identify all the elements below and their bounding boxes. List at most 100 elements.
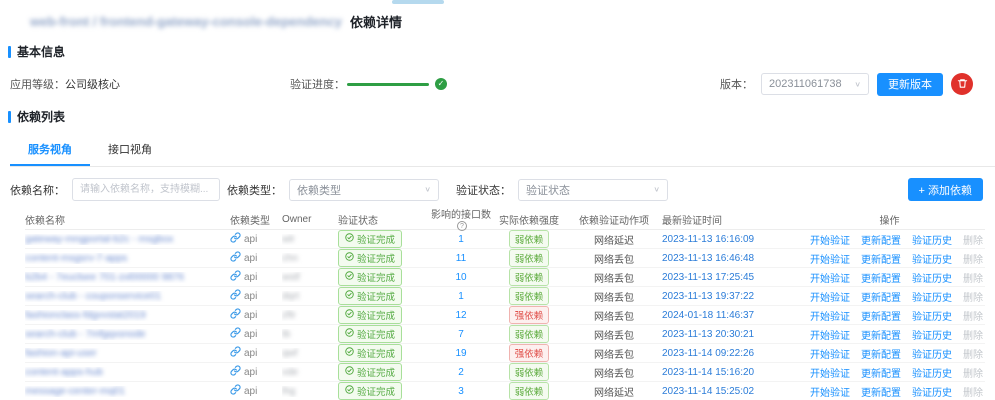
affected-interface-count[interactable]: 19 — [455, 348, 466, 359]
dep-type-filter-select[interactable]: 依赖类型 ∨ — [289, 178, 439, 201]
col-header-owner: Owner — [282, 213, 312, 225]
verify-history-link[interactable]: 验证历史 — [912, 289, 952, 304]
dependency-name-link[interactable]: fashionclass-fdgvvstat2019 — [25, 310, 146, 321]
verify-history-link[interactable]: 验证历史 — [912, 327, 952, 342]
tab-interface-view[interactable]: 接口视角 — [90, 135, 170, 166]
affected-interface-count[interactable]: 1 — [458, 234, 464, 245]
latest-verify-time: 2023-11-13 17:25:45 — [662, 271, 755, 283]
update-config-link[interactable]: 更新配置 — [861, 270, 901, 285]
update-config-link[interactable]: 更新配置 — [861, 365, 901, 380]
owner-name-redacted: dqrt — [282, 290, 300, 302]
strength-badge: 弱依赖 — [508, 325, 550, 343]
dependency-name-link[interactable]: search-club - couponservice01 — [25, 291, 161, 302]
update-config-link[interactable]: 更新配置 — [861, 232, 901, 247]
start-verify-link[interactable]: 开始验证 — [810, 308, 850, 323]
version-select[interactable]: 202311061738 ∨ — [761, 73, 869, 95]
top-tab-strip — [392, 0, 444, 4]
update-config-link[interactable]: 更新配置 — [861, 308, 901, 323]
version-group: 版本： 202311061738 ∨ 更新版本 — [720, 72, 973, 96]
verify-history-link[interactable]: 验证历史 — [912, 365, 952, 380]
check-circle-icon — [345, 290, 354, 302]
delete-link: 删除 — [963, 292, 983, 304]
update-config-link[interactable]: 更新配置 — [861, 346, 901, 361]
add-dependency-button[interactable]: + 添加依赖 — [907, 178, 983, 201]
verify-history-link[interactable]: 验证历史 — [912, 384, 952, 399]
verify-status-text: 验证完成 — [357, 292, 396, 303]
update-version-button[interactable]: 更新版本 — [877, 72, 943, 96]
verify-history-link[interactable]: 验证历史 — [912, 308, 952, 323]
dep-name-filter-input[interactable] — [72, 178, 220, 201]
delete-version-button[interactable] — [951, 73, 973, 95]
start-verify-link[interactable]: 开始验证 — [810, 327, 850, 342]
dependency-name-link[interactable]: content-apps-hub — [25, 367, 103, 378]
verify-history-link[interactable]: 验证历史 — [912, 270, 952, 285]
dependency-type: api — [244, 290, 258, 302]
dependency-name-link[interactable]: search-club - 7mfgqxsnode — [25, 329, 146, 340]
update-config-link[interactable]: 更新配置 — [861, 327, 901, 342]
verify-action-item: 网络丢包 — [594, 292, 634, 304]
dependency-type: api — [244, 233, 258, 245]
affected-interface-count[interactable]: 12 — [455, 310, 466, 321]
start-verify-link[interactable]: 开始验证 — [810, 289, 850, 304]
update-config-link[interactable]: 更新配置 — [861, 251, 901, 266]
verify-history-link[interactable]: 验证历史 — [912, 251, 952, 266]
basic-info-section-title: 基本信息 — [8, 43, 995, 60]
check-circle-icon — [345, 328, 354, 340]
affected-interface-count[interactable]: 7 — [458, 329, 464, 340]
delete-link: 删除 — [963, 273, 983, 285]
tab-service-view[interactable]: 服务视角 — [10, 135, 90, 166]
start-verify-link[interactable]: 开始验证 — [810, 365, 850, 380]
section-marker — [8, 110, 11, 123]
latest-verify-time: 2023-11-13 19:37:22 — [662, 290, 755, 302]
start-verify-link[interactable]: 开始验证 — [810, 384, 850, 399]
owner-name-redacted: qwf — [282, 347, 298, 359]
affected-interface-count[interactable]: 11 — [456, 253, 466, 264]
verify-status-text: 验证完成 — [357, 254, 396, 265]
trash-icon — [957, 77, 968, 92]
affected-interface-count[interactable]: 2 — [458, 367, 464, 378]
verify-action-item: 网络丢包 — [594, 273, 634, 285]
verify-status-text: 验证完成 — [357, 368, 396, 379]
verify-history-link[interactable]: 验证历史 — [912, 346, 952, 361]
strength-badge: 弱依赖 — [508, 287, 550, 305]
check-circle-icon — [345, 233, 354, 245]
update-config-link[interactable]: 更新配置 — [861, 289, 901, 304]
start-verify-link[interactable]: 开始验证 — [810, 251, 850, 266]
affected-interface-count[interactable]: 10 — [455, 272, 466, 283]
dependency-name-link[interactable]: content-msgsrv-7-apps — [25, 253, 127, 264]
start-verify-link[interactable]: 开始验证 — [810, 232, 850, 247]
verify-action-item: 网络延迟 — [594, 235, 634, 247]
version-select-value: 202311061738 — [769, 78, 842, 90]
page-title-suffix: 依赖详情 — [350, 15, 403, 30]
progress-label: 验证进度： — [290, 79, 345, 91]
app-level-value: 公司级核心 — [65, 79, 120, 91]
col-header-operations: 操作 — [879, 215, 900, 227]
verify-status-filter-select[interactable]: 验证状态 ∨ — [518, 178, 668, 201]
view-tabs: 服务视角 接口视角 — [10, 135, 995, 167]
app-name-redacted: web-front / frontend-gateway-console-dep… — [30, 14, 343, 29]
col-header-name: 依赖名称 — [25, 215, 65, 227]
table-row: content-apps-hub api vde 验证完成 2 弱依赖 网络丢包… — [25, 363, 985, 382]
verify-status-badge: 验证完成 — [338, 325, 403, 343]
dependency-name-link[interactable]: b2b4 - 7euclsee 701-zxl00000 9876 — [25, 272, 184, 283]
start-verify-link[interactable]: 开始验证 — [810, 346, 850, 361]
question-circle-icon[interactable]: ? — [457, 221, 467, 231]
affected-interface-count[interactable]: 1 — [458, 291, 464, 302]
verify-status-placeholder: 验证状态 — [526, 184, 570, 197]
update-config-link[interactable]: 更新配置 — [861, 384, 901, 399]
dependency-name-link[interactable]: message-center-mq01 — [25, 386, 125, 397]
affected-interface-count[interactable]: 3 — [458, 386, 464, 397]
strength-badge: 弱依赖 — [508, 382, 550, 400]
chevron-down-icon: ∨ — [653, 185, 660, 194]
verify-history-link[interactable]: 验证历史 — [912, 232, 952, 247]
dependency-name-link[interactable]: gateway-mngportal-b2c - msgbox — [25, 234, 173, 245]
verify-status-badge: 验证完成 — [338, 249, 403, 267]
dependency-name-link[interactable]: fashion-api-user — [25, 348, 97, 359]
owner-name-redacted: vde — [282, 366, 299, 378]
check-circle-icon — [345, 385, 354, 397]
table-row: gateway-mngportal-b2c - msgbox api wlr 验… — [25, 230, 985, 249]
link-icon — [230, 384, 241, 398]
delete-link: 删除 — [963, 235, 983, 247]
start-verify-link[interactable]: 开始验证 — [810, 270, 850, 285]
table-row: search-club - couponservice01 api dqrt 验… — [25, 287, 985, 306]
